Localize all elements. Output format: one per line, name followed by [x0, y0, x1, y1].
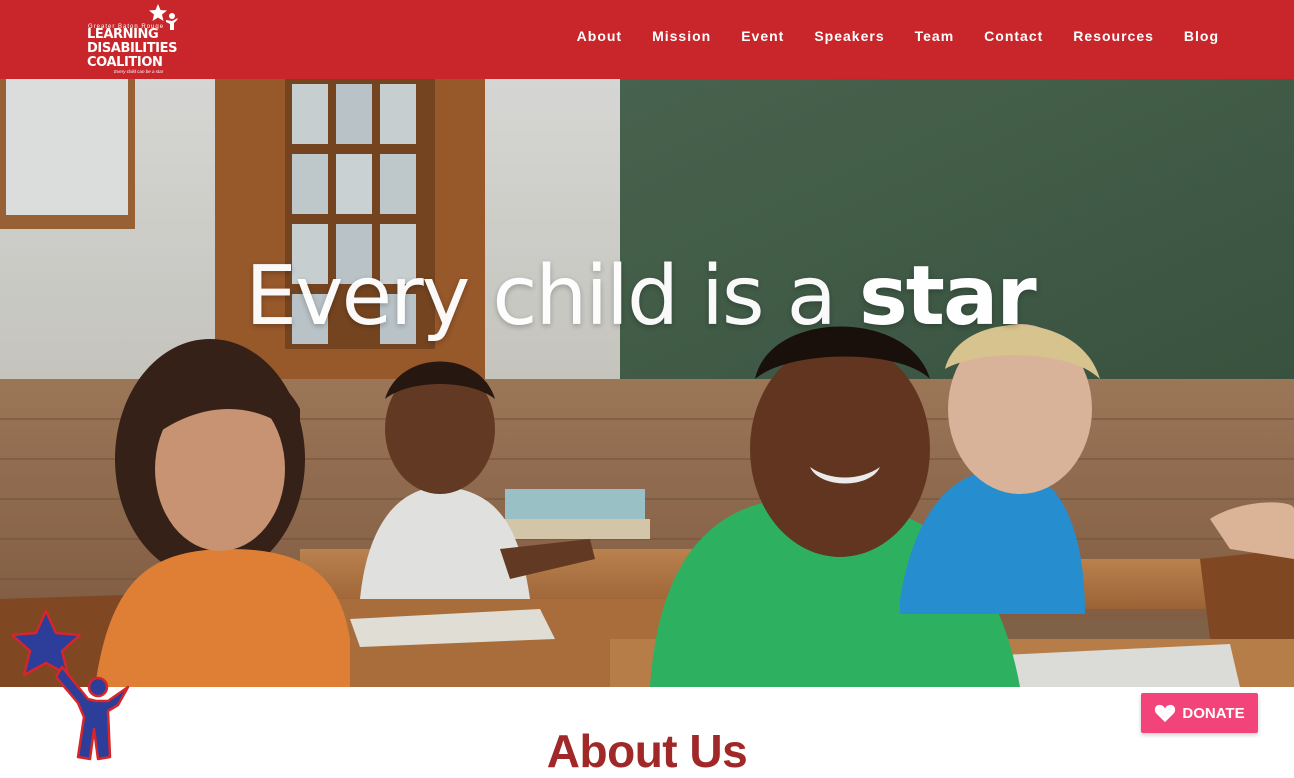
hero-classroom-image	[0, 79, 1294, 687]
hero-title-bold: star	[858, 249, 1037, 344]
about-section-title: About Us	[546, 725, 748, 777]
nav-resources[interactable]: Resources	[1073, 28, 1154, 44]
hero-title: Every child is a star	[0, 249, 1280, 344]
nav-mission[interactable]: Mission	[652, 28, 711, 44]
hero-banner: Every child is a star	[0, 79, 1294, 687]
nav-contact[interactable]: Contact	[984, 28, 1043, 44]
logo-line-disabilities: DISABILITIES	[87, 41, 178, 56]
nav-blog[interactable]: Blog	[1184, 28, 1219, 44]
hero-title-light: Every child is a	[245, 249, 859, 344]
nav-event[interactable]: Event	[741, 28, 784, 44]
donate-label: DONATE	[1182, 704, 1245, 722]
logo-line-learning: LEARNING	[87, 27, 159, 42]
logo-line-coalition: COALITION	[87, 55, 163, 70]
main-nav: About Mission Event Speakers Team Contac…	[547, 0, 1219, 72]
site-logo[interactable]: Greater Baton Rouge LEARNING DISABILITIE…	[84, 4, 194, 76]
logo-tagline: Every child can be a star	[114, 69, 164, 74]
site-header: Greater Baton Rouge LEARNING DISABILITIE…	[0, 0, 1294, 79]
heart-icon	[1155, 704, 1176, 723]
nav-about[interactable]: About	[577, 28, 622, 44]
nav-speakers[interactable]: Speakers	[814, 28, 884, 44]
nav-team[interactable]: Team	[915, 28, 955, 44]
donate-button[interactable]: DONATE	[1141, 693, 1258, 733]
